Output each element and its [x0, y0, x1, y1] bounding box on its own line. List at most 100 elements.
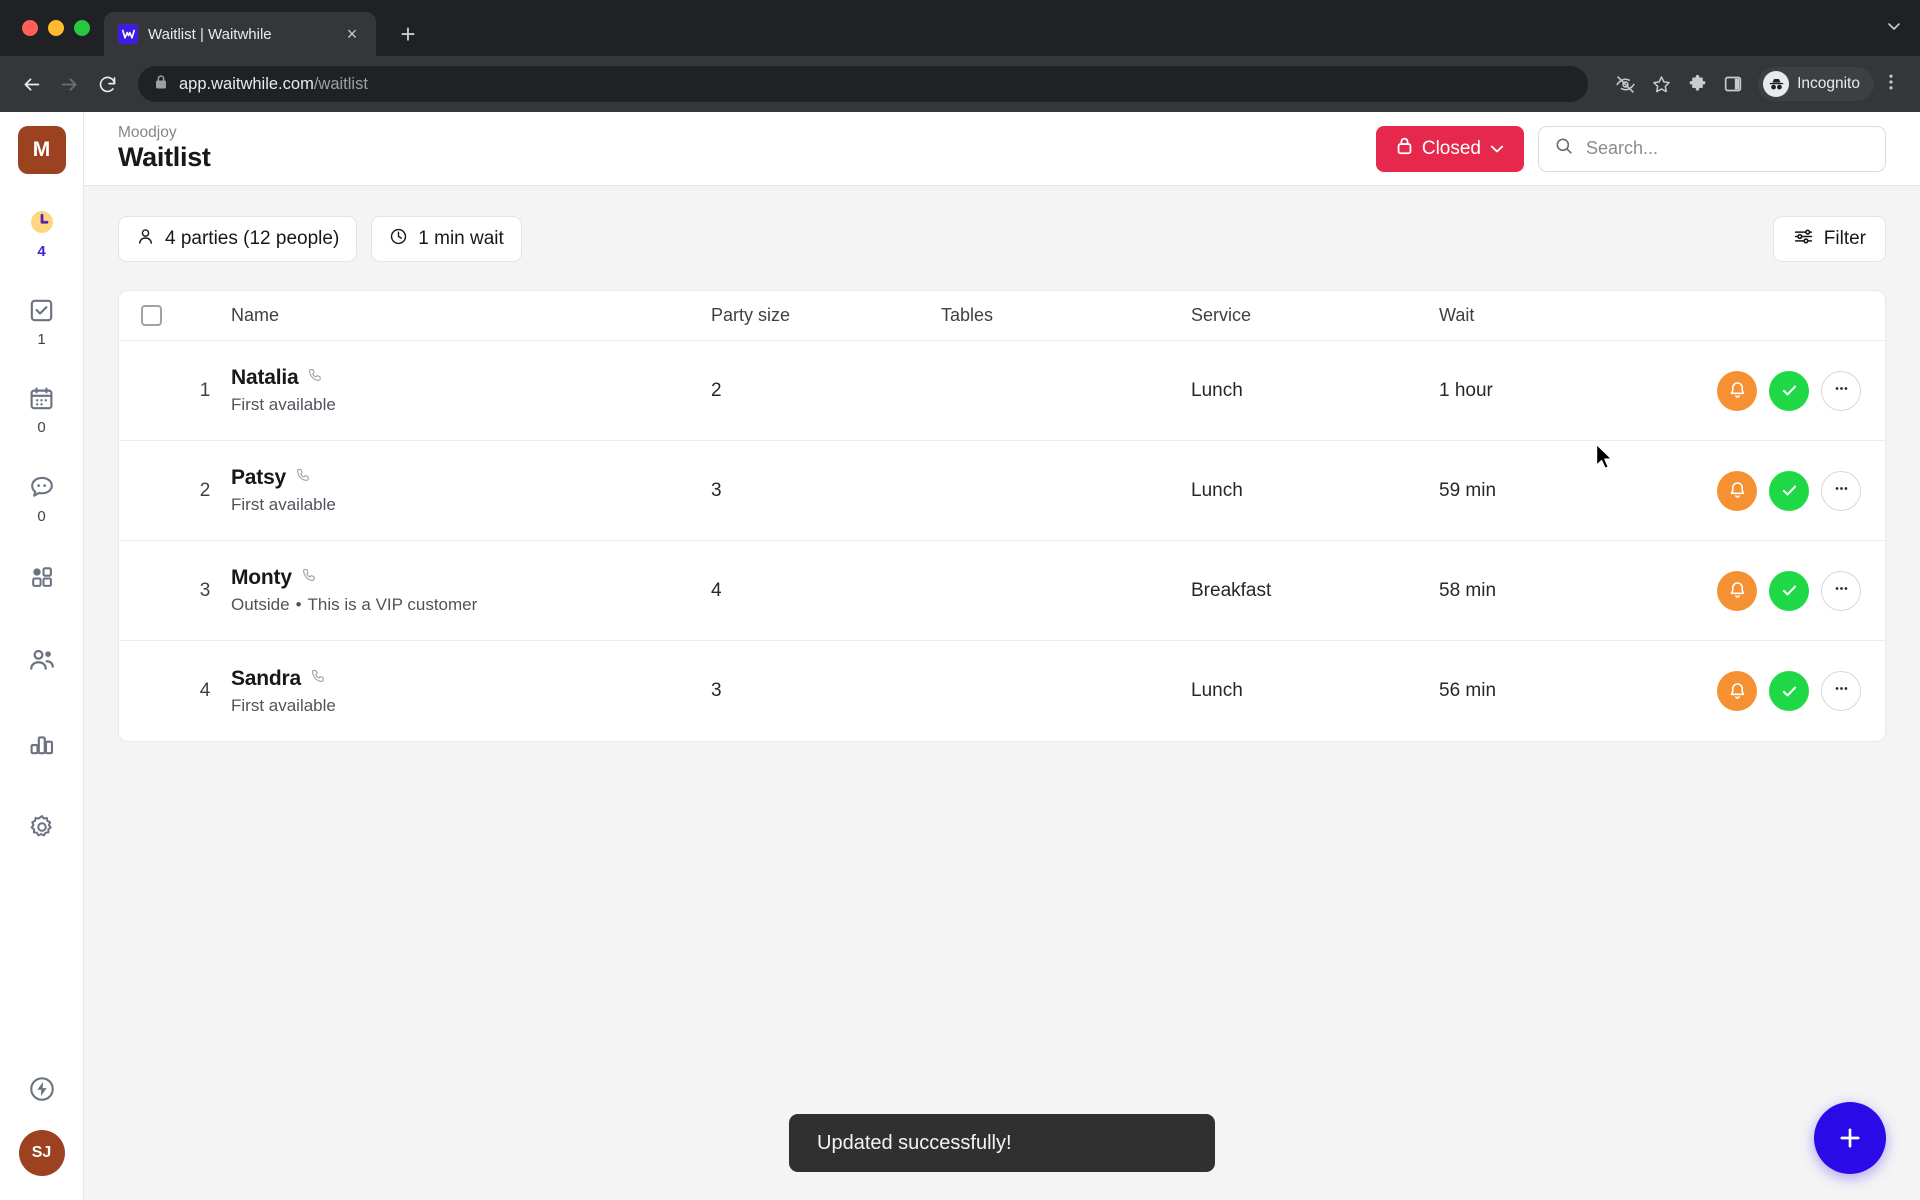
- sidebar-item-analytics[interactable]: [12, 718, 72, 777]
- eye-off-icon[interactable]: [1608, 67, 1642, 101]
- mark-served-button[interactable]: [1769, 370, 1809, 411]
- browser-window: Waitlist | Waitwhile × + app.waitwhile.c…: [0, 0, 1920, 1200]
- column-header-party-size[interactable]: Party size: [687, 305, 937, 326]
- guest-name: Natalia: [231, 366, 299, 389]
- side-panel-icon[interactable]: [1716, 67, 1750, 101]
- bar-chart-icon: [28, 730, 55, 762]
- parties-chip[interactable]: 4 parties (12 people): [118, 216, 358, 262]
- reload-icon[interactable]: [90, 67, 124, 101]
- star-icon[interactable]: [1644, 67, 1678, 101]
- row-position: 3: [199, 579, 211, 601]
- row-party-size: 2: [711, 379, 722, 401]
- row-wait: 59 min: [1439, 479, 1497, 501]
- more-actions-button[interactable]: [1821, 470, 1861, 511]
- main-area: Moodjoy Waitlist Closed Search... 4 part…: [84, 112, 1920, 1200]
- row-party-size: 3: [711, 479, 722, 501]
- status-closed-button[interactable]: Closed: [1375, 125, 1524, 172]
- notify-button[interactable]: [1717, 570, 1757, 611]
- row-wait: 1 hour: [1439, 379, 1493, 401]
- new-tab-button[interactable]: +: [388, 14, 428, 54]
- column-header-service[interactable]: Service: [1187, 305, 1435, 326]
- guest-name: Sandra: [231, 666, 301, 690]
- guest-note: First available: [231, 695, 336, 715]
- more-actions-button[interactable]: [1821, 370, 1861, 411]
- column-header-tables[interactable]: Tables: [937, 305, 1187, 326]
- sidebar-item-serving[interactable]: 1: [12, 287, 72, 357]
- tabstrip-right-controls: [1886, 0, 1920, 56]
- minimize-window-button[interactable]: [48, 20, 64, 36]
- row-service: Lunch: [1191, 479, 1243, 501]
- row-name-cell: Natalia First available: [227, 366, 687, 415]
- table-row[interactable]: 3 Monty Outside•This is a VIP customer: [119, 541, 1885, 641]
- back-arrow-icon[interactable]: [14, 67, 48, 101]
- row-service: Lunch: [1191, 680, 1243, 701]
- row-position: 2: [199, 479, 211, 501]
- person-icon: [136, 227, 155, 252]
- waitlist-content: 4 parties (12 people) 1 min wait Filter: [84, 186, 1920, 1200]
- mark-served-button[interactable]: [1769, 671, 1809, 711]
- puzzle-icon[interactable]: [1680, 67, 1714, 101]
- wait-chip[interactable]: 1 min wait: [371, 216, 522, 262]
- filter-button-label: Filter: [1823, 228, 1866, 249]
- waitlist-table: Name Party size Tables Service Wait 1 Na…: [118, 290, 1886, 742]
- table-row[interactable]: 2 Patsy First available 3 Lunch 59 min: [119, 441, 1885, 541]
- status-label: Closed: [1421, 137, 1481, 159]
- phone-icon: [301, 567, 318, 589]
- select-all-checkbox[interactable]: [140, 305, 162, 326]
- chat-bubble-icon: [28, 473, 56, 506]
- search-icon: [1554, 136, 1574, 161]
- row-name-cell: Sandra First available: [227, 667, 687, 716]
- mark-served-button[interactable]: [1769, 570, 1809, 611]
- add-guest-button[interactable]: [1814, 1102, 1886, 1174]
- mark-served-button[interactable]: [1769, 470, 1809, 511]
- table-header-row: Name Party size Tables Service Wait: [119, 291, 1885, 341]
- user-avatar[interactable]: SJ: [18, 1130, 65, 1176]
- sidebar-item-waitlist[interactable]: 4: [12, 198, 72, 269]
- more-actions-button[interactable]: [1821, 671, 1861, 711]
- sidebar-bottom: SJ: [18, 1075, 65, 1200]
- row-actions: [1685, 470, 1885, 511]
- sidebar-count-waitlist: 4: [37, 243, 46, 260]
- phone-icon: [295, 467, 312, 489]
- lightning-circle-icon[interactable]: [28, 1075, 56, 1108]
- sidebar-item-messages[interactable]: 0: [12, 463, 72, 534]
- notify-button[interactable]: [1717, 370, 1757, 411]
- close-window-button[interactable]: [22, 20, 38, 36]
- kebab-menu-icon[interactable]: [1876, 72, 1906, 96]
- app-viewport: M 4 1 0 0 SJ Moodjoy Waitlist Closed Sea…: [0, 112, 1920, 1200]
- header-actions: Closed: [1375, 125, 1886, 172]
- maximize-window-button[interactable]: [74, 20, 90, 36]
- sidebar-item-customers[interactable]: [12, 634, 72, 694]
- row-name-cell: Monty Outside • This is a VIP customer: [227, 566, 687, 615]
- sidebar-item-bookings[interactable]: 0: [12, 375, 72, 445]
- search-box[interactable]: [1538, 125, 1886, 172]
- more-actions-button[interactable]: [1821, 570, 1861, 611]
- address-bar[interactable]: app.waitwhile.com/waitlist: [138, 66, 1588, 102]
- phone-icon: [310, 668, 327, 690]
- sidebar-item-settings[interactable]: [12, 801, 72, 861]
- table-row[interactable]: 4 Sandra First available 3 Lunch 56 min: [119, 641, 1885, 741]
- forward-arrow-icon[interactable]: [52, 67, 86, 101]
- window-traffic-lights: [14, 0, 104, 56]
- waitwhile-favicon-icon: [118, 24, 138, 44]
- guest-name: Patsy: [231, 466, 287, 489]
- filter-sliders-icon: [1793, 226, 1814, 253]
- table-row[interactable]: 1 Natalia First available 2 Lunch 1 hour: [119, 341, 1885, 441]
- row-party-size: 4: [711, 579, 722, 601]
- sidebar-item-apps[interactable]: [12, 552, 72, 610]
- notify-button[interactable]: [1717, 470, 1757, 511]
- row-actions: [1685, 671, 1885, 711]
- search-input[interactable]: [1586, 138, 1870, 159]
- row-service: Lunch: [1191, 379, 1243, 401]
- browser-tab[interactable]: Waitlist | Waitwhile ×: [104, 12, 376, 56]
- notify-button[interactable]: [1717, 671, 1757, 711]
- org-avatar[interactable]: M: [17, 126, 66, 174]
- tab-search-chevron-down-icon[interactable]: [1886, 18, 1902, 39]
- calendar-icon: [28, 385, 55, 417]
- profile-incognito-pill[interactable]: Incognito: [1758, 67, 1874, 101]
- column-header-wait[interactable]: Wait: [1435, 305, 1685, 326]
- address-bar-url: app.waitwhile.com/waitlist: [179, 74, 368, 93]
- filter-button[interactable]: Filter: [1772, 216, 1886, 262]
- close-tab-button[interactable]: ×: [340, 22, 364, 46]
- column-header-name[interactable]: Name: [227, 305, 687, 326]
